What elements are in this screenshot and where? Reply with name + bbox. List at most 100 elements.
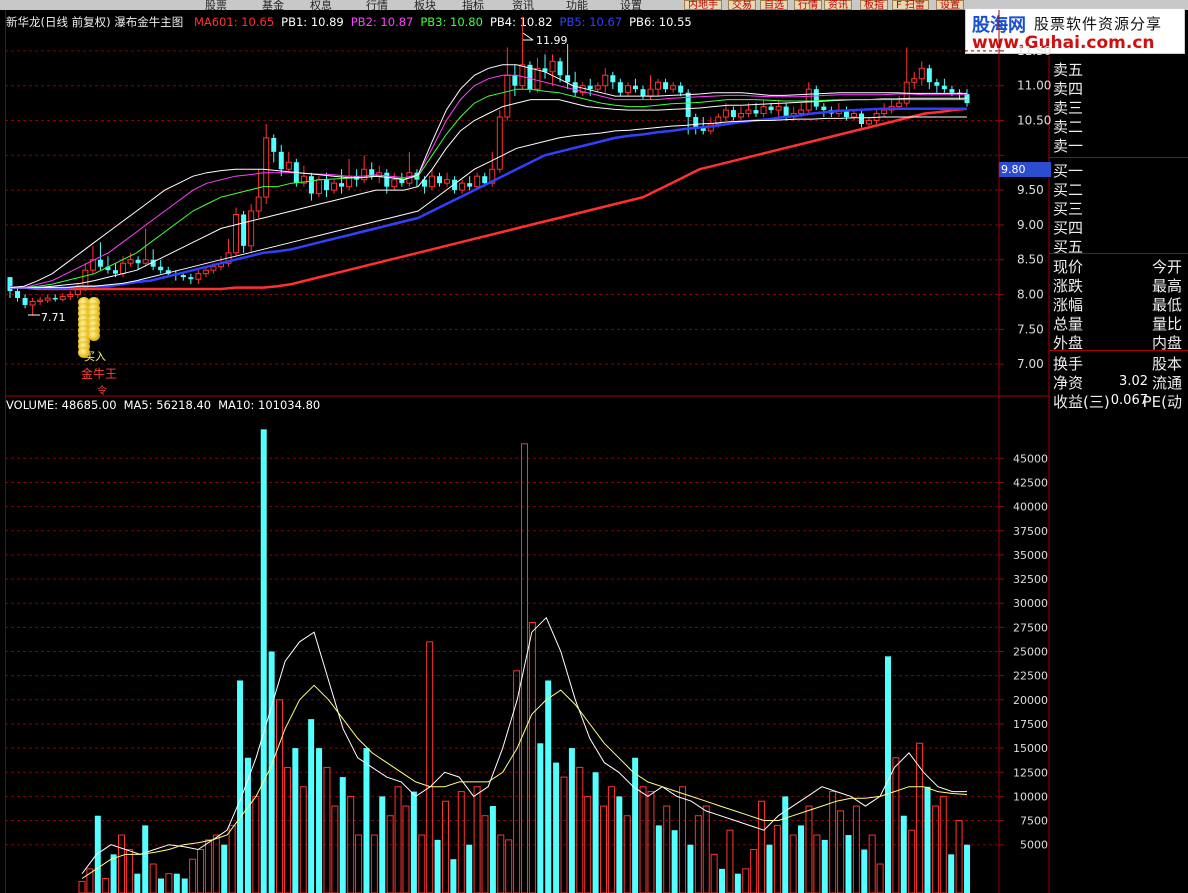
candle-up [263,137,270,198]
fin-label-right-1: 流通 [1151,374,1182,392]
candle-up [444,179,451,184]
volume-bar-up [908,829,916,893]
volume-bar-down [110,854,117,893]
candle-up [37,299,44,303]
candle-down [730,110,736,118]
volume-bar-down [687,844,694,893]
volume-bar-up [212,834,220,893]
candle-up [428,175,435,188]
volume-bar-up [829,791,837,893]
candle-up [896,102,903,108]
volume-bar-up [876,863,884,893]
volume-tick-label: 42500 [1013,476,1048,489]
candle-up [195,273,202,280]
candle-up [142,259,149,264]
volume-bar-up [528,622,536,893]
price-tick-label: 11.50 [1017,44,1051,58]
fin-label-right-2: PE(动 [1142,393,1182,411]
volume-bar-up [916,742,924,893]
buy-level-3: 买三 [1053,200,1084,218]
candle-up [881,109,888,115]
volume-bar-up [102,878,110,893]
stat-label-3: 总量 [1053,315,1084,333]
volume-bar-down [94,815,101,893]
stat-label-right-0: 今开 [1151,258,1182,276]
candle-down [610,75,616,83]
candle-up [127,259,134,264]
candle-up [805,88,812,111]
gold-coin [78,346,90,358]
candle-up [255,196,262,212]
stat-label-right-1: 最高 [1151,277,1182,295]
volume-bar-up [868,834,876,893]
volume-bar-up [639,786,647,893]
candle-up [67,294,74,298]
volume-bar-up [513,670,521,893]
volume-bar-down [821,839,828,893]
volume-bar-down [221,844,228,893]
volume-bar-up [892,757,900,893]
candle-up [459,182,466,191]
candle-up [120,262,127,275]
volume-bar-down [292,748,299,893]
volume-bar-up [197,849,205,893]
volume-bar-down [379,796,386,893]
golden-bull-label: 金牛王 [81,367,118,381]
volume-bar-up [426,641,434,893]
volume-bar-down [948,854,955,893]
candle-down [557,61,563,76]
stat-label-0: 现价 [1053,258,1084,276]
volume-bar-down [734,873,741,893]
candle-down [278,151,284,170]
candle-down [437,176,443,184]
volume-tick-label: 35000 [1013,549,1048,562]
volume-tick-label: 37500 [1013,525,1048,538]
volume-bar-down [466,844,473,893]
candle-up [918,67,925,80]
candle-down [934,82,940,86]
candle-up [391,179,398,188]
candle-up [202,269,209,275]
volume-tick-label: 45000 [1013,452,1048,465]
volume-bar-down [861,849,868,893]
candle-down [399,179,405,184]
volume-bar-up [370,834,378,893]
volume-bar-down [339,777,346,893]
candle-down [640,89,646,97]
volume-tick-label: 10000 [1013,790,1048,803]
candle-up [315,179,322,195]
candle-up [233,213,240,254]
candle-up [534,67,541,90]
buy-level-2: 买二 [1053,181,1084,199]
volume-bar-down [798,825,805,893]
price-tick-label: 11.00 [1017,79,1051,93]
volume-bar-up [118,834,126,893]
fin-label-right-0: 股本 [1151,355,1182,373]
candle-down [467,183,473,187]
sell-level-1: 卖一 [1053,137,1084,155]
stat-label-right-3: 量比 [1151,315,1182,333]
volume-bar-up [189,858,197,893]
volume-bar-up [228,824,236,893]
volume-tick-label: 27500 [1013,621,1048,634]
volume-tick-label: 5000 [1020,839,1048,852]
candle-up [647,88,654,97]
candle-down [308,176,314,194]
volume-bar-up [355,834,363,893]
candle-up [594,85,601,90]
volume-tick-label: 17500 [1013,718,1048,731]
quote-panel: 卖五 卖四 卖三 卖二 卖一 买一 买二 买三 买四 买五 现价 涨跌 涨幅 总量 外盘 今开 最高 最低 量比 内盘… [1049,56,1188,411]
candle-down [949,89,955,93]
kline-chart[interactable]: 7.00 7.50 8.00 8.50 9.00 9.50 10.50 11.00 11.50 5… [0,0,1188,893]
candle-up [624,85,631,94]
candle-up [775,106,782,111]
candle-down [482,176,488,184]
volume-bar-down [260,429,267,893]
volume-bar-up [505,839,513,893]
candle-down [813,89,819,107]
price-tick-label: 10.50 [1017,114,1051,128]
volume-tick-label: 30000 [1013,597,1048,610]
fin-value-1: 3.02 [1119,374,1148,389]
candle-down [323,179,329,191]
candle-down [587,85,593,90]
